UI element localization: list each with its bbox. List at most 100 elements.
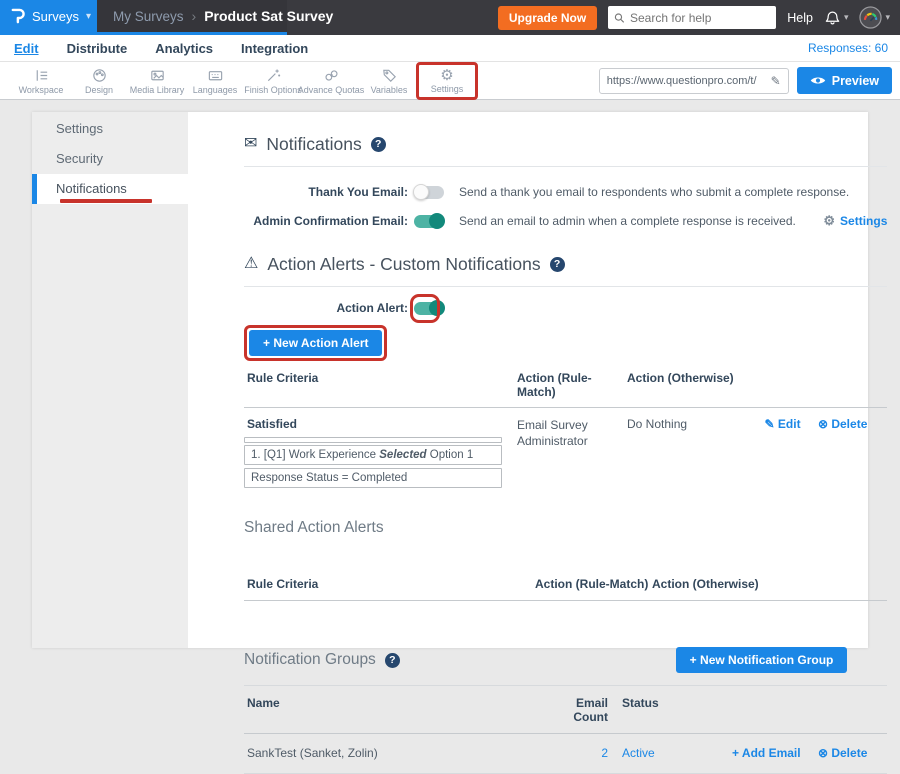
group-email-count-link[interactable]: 2 [601,746,608,760]
search-icon [614,12,625,24]
col-email-count: Email Count [544,696,608,724]
bell-icon [824,10,841,26]
action-alerts-title: Action Alerts - Custom Notifications [267,253,540,275]
admin-confirmation-toggle[interactable] [414,215,444,228]
col-action-rule-match: Action (Rule-Match) [535,577,652,591]
gear-icon: ⚙ [823,213,835,229]
sidebar-item-notifications[interactable]: Notifications [32,174,188,204]
delete-link[interactable]: ⊗ Delete [818,417,867,431]
top-left-tabs: Surveys ▾ My Surveys › Product Sat Surve… [0,0,287,35]
survey-url-value: https://www.questionpro.com/t/ [607,75,766,87]
account-menu[interactable]: ▾ [859,6,890,29]
sidebar-item-security[interactable]: Security [32,144,188,174]
shared-alerts-title: Shared Action Alerts [244,517,384,539]
tab-analytics[interactable]: Analytics [155,41,213,56]
rule-match-cell: Email Survey Administrator [517,417,627,491]
thank-you-email-row: Thank You Email: Send a thank you email … [244,185,887,199]
eye-icon [810,75,826,86]
settings-page: Settings Security Notifications ✉ Notifi… [0,100,900,655]
new-notification-group-button[interactable]: + New Notification Group [676,647,848,673]
toolbar-item-finish-options[interactable]: Finish Options [244,62,302,100]
notification-groups-title: Notification Groups [244,651,376,669]
chain-links-icon [323,67,340,84]
help-link[interactable]: Help [787,11,813,25]
pencil-icon: ✎ [765,417,775,431]
breadcrumb-my-surveys[interactable]: My Surveys [113,9,184,24]
action-alerts-table-header: Rule Criteria Action (Rule-Match) Action… [244,361,887,408]
delete-group-link[interactable]: ⊗ Delete [818,746,867,760]
annotation-notifications-underline [60,199,152,203]
toolbar-item-media-library[interactable]: Media Library [128,62,186,100]
action-alert-toggle[interactable] [414,302,444,315]
surveys-product-menu[interactable]: Surveys ▾ [0,0,97,32]
plus-icon: + [690,653,697,667]
edit-toolbar: Workspace Design Media Library Languages… [0,62,900,100]
tab-integration[interactable]: Integration [241,41,308,56]
survey-url-field[interactable]: https://www.questionpro.com/t/ ✎ [599,68,789,94]
toolbar-item-languages[interactable]: Languages [186,62,244,100]
toolbar-item-workspace[interactable]: Workspace [12,62,70,100]
group-name: SankTest (Sanket, Zolin) [244,746,544,760]
keyboard-icon [207,67,224,84]
col-action-otherwise: Action (Otherwise) [627,371,742,399]
notifications-section-header: ✉ Notifications ? [244,133,887,155]
toggle-knob [429,213,445,229]
help-search-box[interactable] [608,6,776,29]
group-status-link[interactable]: Active [622,746,655,760]
action-alert-label: Action Alert: [244,301,408,315]
tab-edit[interactable]: Edit [14,41,39,56]
toolbar-item-design[interactable]: Design [70,62,128,100]
col-rule-criteria: Rule Criteria [244,577,535,591]
toolbar-item-advance-quotas[interactable]: Advance Quotas [302,62,360,100]
action-alerts-section-header: ⚠ Action Alerts - Custom Notifications ? [244,253,887,275]
warning-icon: ⚠ [244,253,258,275]
shared-alerts-table-header: Rule Criteria Action (Rule-Match) Action… [244,563,887,601]
upgrade-now-button[interactable]: Upgrade Now [498,6,597,30]
action-alert-toggle-wrap [414,302,444,315]
notifications-bell-menu[interactable]: ▾ [824,10,849,26]
gear-icon: ⚙ [440,68,453,83]
edit-link[interactable]: ✎ Edit [765,417,801,431]
image-icon [149,67,166,84]
toolbar-item-variables[interactable]: Variables [360,62,418,100]
sidebar-item-settings[interactable]: Settings [32,114,188,144]
responses-count[interactable]: Responses: 60 [808,41,900,55]
help-icon[interactable]: ? [550,257,565,272]
new-action-alert-button[interactable]: + New Action Alert [249,330,382,356]
col-status: Status [622,696,732,724]
toolbar-right: https://www.questionpro.com/t/ ✎ Preview [599,67,900,94]
add-email-link[interactable]: + Add Email [732,746,801,760]
search-input[interactable] [630,11,770,25]
tag-icon [381,67,398,84]
survey-section-nav: Edit Distribute Analytics Integration Re… [0,35,900,62]
criteria-status: Satisfied [247,417,517,431]
notifications-panel: ✉ Notifications ? Thank You Email: Send … [188,112,900,648]
settings-card: Settings Security Notifications ✉ Notifi… [32,112,868,648]
edit-url-icon[interactable]: ✎ [771,74,781,88]
toolbar-item-settings[interactable]: ⚙ Settings [418,62,476,100]
chevron-down-icon: ▾ [885,12,890,23]
preview-button[interactable]: Preview [797,67,892,94]
col-action-rule-match: Action (Rule-Match) [517,371,627,399]
criteria-item-2: Response Status = Completed [244,468,502,488]
admin-confirmation-settings-link[interactable]: ⚙ Settings [823,213,887,229]
chevron-down-icon: ▾ [86,11,91,22]
topbar-right-controls: Upgrade Now Help ▾ ▾ [498,0,900,35]
workspace-icon [33,67,50,84]
col-name: Name [244,696,544,724]
palette-icon [91,67,108,84]
group-row: SankTest (Sanket, Zolin) 2 Active + Add … [244,734,887,774]
envelope-icon: ✉ [244,133,257,155]
admin-confirmation-label: Admin Confirmation Email: [244,214,408,228]
top-navbar: Surveys ▾ My Surveys › Product Sat Surve… [0,0,900,35]
tab-distribute[interactable]: Distribute [67,41,128,56]
action-alert-toggle-row: Action Alert: [244,301,887,315]
groups-table-header: Name Email Count Status [244,685,887,734]
otherwise-cell: Do Nothing [627,417,742,491]
thank-you-email-toggle[interactable] [414,186,444,199]
breadcrumb: My Surveys › Product Sat Survey [97,0,287,32]
help-icon[interactable]: ? [371,137,386,152]
thank-you-email-description: Send a thank you email to respondents wh… [459,185,849,199]
notifications-title: Notifications [266,133,361,155]
admin-confirmation-row: Admin Confirmation Email: Send an email … [244,213,887,229]
